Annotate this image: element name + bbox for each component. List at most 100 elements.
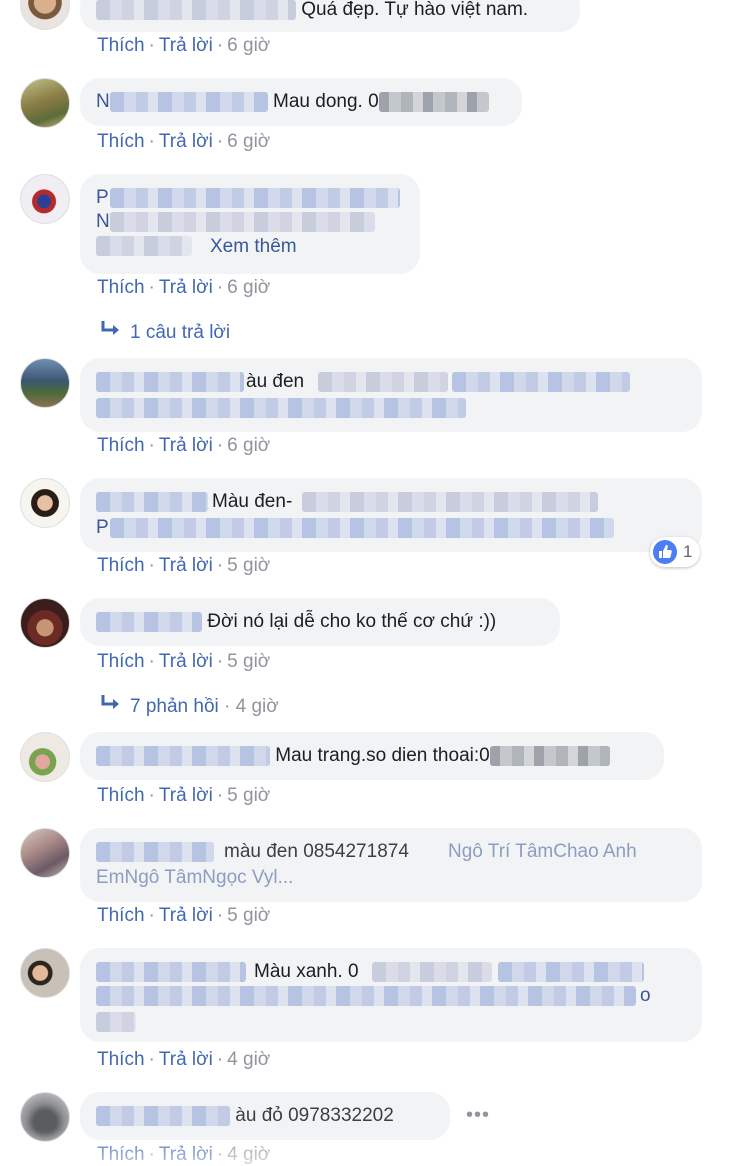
reply-link[interactable]: Trả lời — [159, 555, 213, 576]
comment-bubble: Màu đen- P — [80, 478, 702, 552]
comment-text: Đời nó lại dễ cho ko thế cơ chứ :)) — [207, 611, 497, 632]
redacted-name — [96, 1106, 230, 1126]
comment-actions: Thích · Trả lời · 6 giờ — [97, 435, 271, 456]
timestamp[interactable]: 6 giờ — [227, 131, 270, 152]
comment-actions: Thích · Trả lời · 5 giờ — [97, 905, 271, 926]
comment-actions: Thích · Trả lời · 5 giờ — [97, 651, 271, 672]
comment-text: àu đỏ 0978332202 — [235, 1105, 394, 1126]
comment-bubble: N Mau dong. 0 — [80, 78, 522, 126]
like-link[interactable]: Thích — [97, 651, 145, 672]
redacted-phone — [372, 962, 492, 982]
reply-link[interactable]: Trả lời — [159, 131, 213, 152]
timestamp[interactable]: 5 giờ — [227, 785, 270, 806]
redacted-name — [96, 0, 296, 20]
avatar[interactable] — [20, 828, 70, 878]
reply-link[interactable]: Trả lời — [159, 35, 213, 56]
timestamp[interactable]: 5 giờ — [227, 905, 270, 926]
timestamp[interactable]: 6 giờ — [227, 277, 270, 298]
redacted-tags — [96, 398, 466, 418]
reaction-badge[interactable]: 1 — [650, 537, 700, 567]
redacted-name — [96, 612, 202, 632]
reply-link[interactable]: Trả lời — [159, 1049, 213, 1070]
reply-link[interactable]: Trả lời — [159, 277, 213, 298]
more-options-icon[interactable]: ••• — [466, 1104, 490, 1127]
redacted-name — [96, 962, 246, 982]
comment-bubble: Màu xanh. 0 o — [80, 948, 702, 1042]
avatar[interactable] — [20, 174, 70, 224]
comment-bubble: màu đen 0854271874 Ngô Trí TâmChao Anh E… — [80, 828, 702, 902]
comment-actions: Thích · Trả lời · 4 giờ — [97, 1049, 271, 1070]
redacted-tags — [452, 372, 630, 392]
comment-text: Màu xanh. 0 — [254, 961, 359, 982]
redacted-text — [110, 212, 375, 232]
comment-text: Quá đẹp. Tự hào việt nam. — [301, 0, 529, 20]
redacted-name — [110, 188, 400, 208]
view-replies-link[interactable]: 7 phản hồi · 4 giờ — [100, 694, 279, 718]
avatar[interactable] — [20, 78, 70, 128]
reply-arrow-icon — [101, 695, 119, 709]
redacted-name — [109, 92, 268, 112]
view-replies-link[interactable]: 1 câu trả lời — [100, 320, 230, 344]
tagged-friends-2[interactable]: EmNgô TâmNgọc Vyl... — [96, 866, 293, 890]
comment-bubble: àu đen — [80, 358, 702, 432]
comment-bubble: P N Xem thêm — [80, 174, 420, 274]
redacted-name — [96, 842, 214, 862]
comment-bubble: Quá đẹp. Tự hào việt nam. — [80, 0, 580, 32]
see-more-link[interactable]: Xem thêm — [210, 235, 297, 259]
timestamp[interactable]: 6 giờ — [227, 435, 270, 456]
comment-text: Mau trang.so dien thoai:0 — [275, 745, 490, 766]
comment-actions: Thích · Trả lời · 4 giờ — [97, 1144, 271, 1165]
comment-text: màu đen 0854271874 — [224, 841, 409, 862]
timestamp[interactable]: 4 giờ — [227, 1049, 270, 1070]
comment-bubble: àu đỏ 0978332202 — [80, 1092, 450, 1140]
like-link[interactable]: Thích — [97, 555, 145, 576]
tagged-friends[interactable]: Ngô Trí TâmChao Anh — [448, 840, 637, 864]
comment-text: àu đen — [246, 371, 305, 392]
redacted-name — [96, 372, 244, 392]
like-link[interactable]: Thích — [97, 1049, 145, 1070]
reaction-count: 1 — [683, 542, 693, 561]
like-link[interactable]: Thích — [97, 435, 145, 456]
comment-text: Màu đen- — [212, 491, 293, 512]
timestamp[interactable]: 6 giờ — [227, 35, 270, 56]
redacted-name — [96, 492, 208, 512]
redacted-name — [96, 746, 270, 766]
reply-link[interactable]: Trả lời — [159, 905, 213, 926]
avatar[interactable] — [20, 0, 70, 30]
avatar[interactable] — [20, 598, 70, 648]
comment-bubble: Mau trang.so dien thoai:0 — [80, 732, 664, 780]
avatar[interactable] — [20, 478, 70, 528]
comment-text: Mau dong. 0 — [273, 91, 379, 112]
redacted-text — [302, 492, 598, 512]
like-link[interactable]: Thích — [97, 785, 145, 806]
avatar[interactable] — [20, 732, 70, 782]
timestamp[interactable]: 5 giờ — [227, 651, 270, 672]
like-link[interactable]: Thích — [97, 131, 145, 152]
redacted-tags — [96, 986, 636, 1006]
reply-link[interactable]: Trả lời — [159, 1144, 213, 1165]
like-link[interactable]: Thích — [97, 905, 145, 926]
comment-actions: Thích · Trả lời · 6 giờ — [97, 277, 271, 298]
redacted-phone — [378, 92, 489, 112]
comment-bubble: Đời nó lại dễ cho ko thế cơ chứ :)) — [80, 598, 560, 646]
reply-arrow-icon — [101, 321, 119, 335]
avatar[interactable] — [20, 948, 70, 998]
reply-link[interactable]: Trả lời — [159, 435, 213, 456]
redacted-text — [318, 372, 448, 392]
avatar[interactable] — [20, 358, 70, 408]
like-link[interactable]: Thích — [97, 1144, 145, 1165]
reply-link[interactable]: Trả lời — [159, 651, 213, 672]
comment-actions: Thích · Trả lời · 6 giờ — [97, 35, 271, 56]
avatar[interactable] — [20, 1092, 70, 1142]
timestamp[interactable]: 5 giờ — [227, 555, 270, 576]
reply-link[interactable]: Trả lời — [159, 785, 213, 806]
redacted-phone — [489, 746, 610, 766]
comment-actions: Thích · Trả lời · 5 giờ — [97, 785, 271, 806]
like-icon — [653, 540, 677, 564]
timestamp[interactable]: 4 giờ — [227, 1144, 270, 1165]
comment-actions: Thích · Trả lời · 6 giờ — [97, 131, 271, 152]
redacted-text — [96, 1012, 136, 1032]
replies-timestamp: 4 giờ — [235, 696, 279, 717]
like-link[interactable]: Thích — [97, 277, 145, 298]
like-link[interactable]: Thích — [97, 35, 145, 56]
